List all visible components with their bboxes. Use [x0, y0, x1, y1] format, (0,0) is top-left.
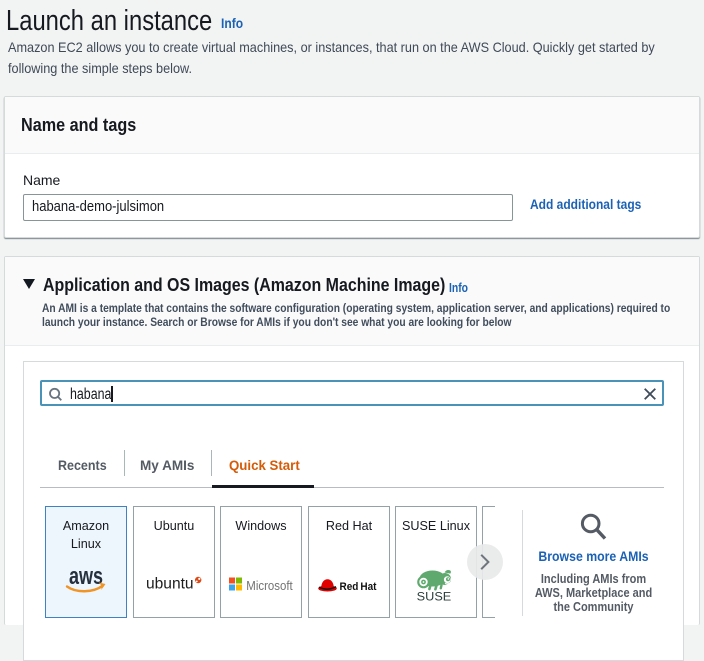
svg-text:aws: aws [69, 569, 103, 590]
svg-text:ubuntu: ubuntu [146, 575, 194, 592]
svg-text:Microsoft: Microsoft [246, 578, 293, 593]
svg-text:Red Hat: Red Hat [339, 581, 376, 593]
svg-text:SUSE: SUSE [417, 591, 452, 603]
